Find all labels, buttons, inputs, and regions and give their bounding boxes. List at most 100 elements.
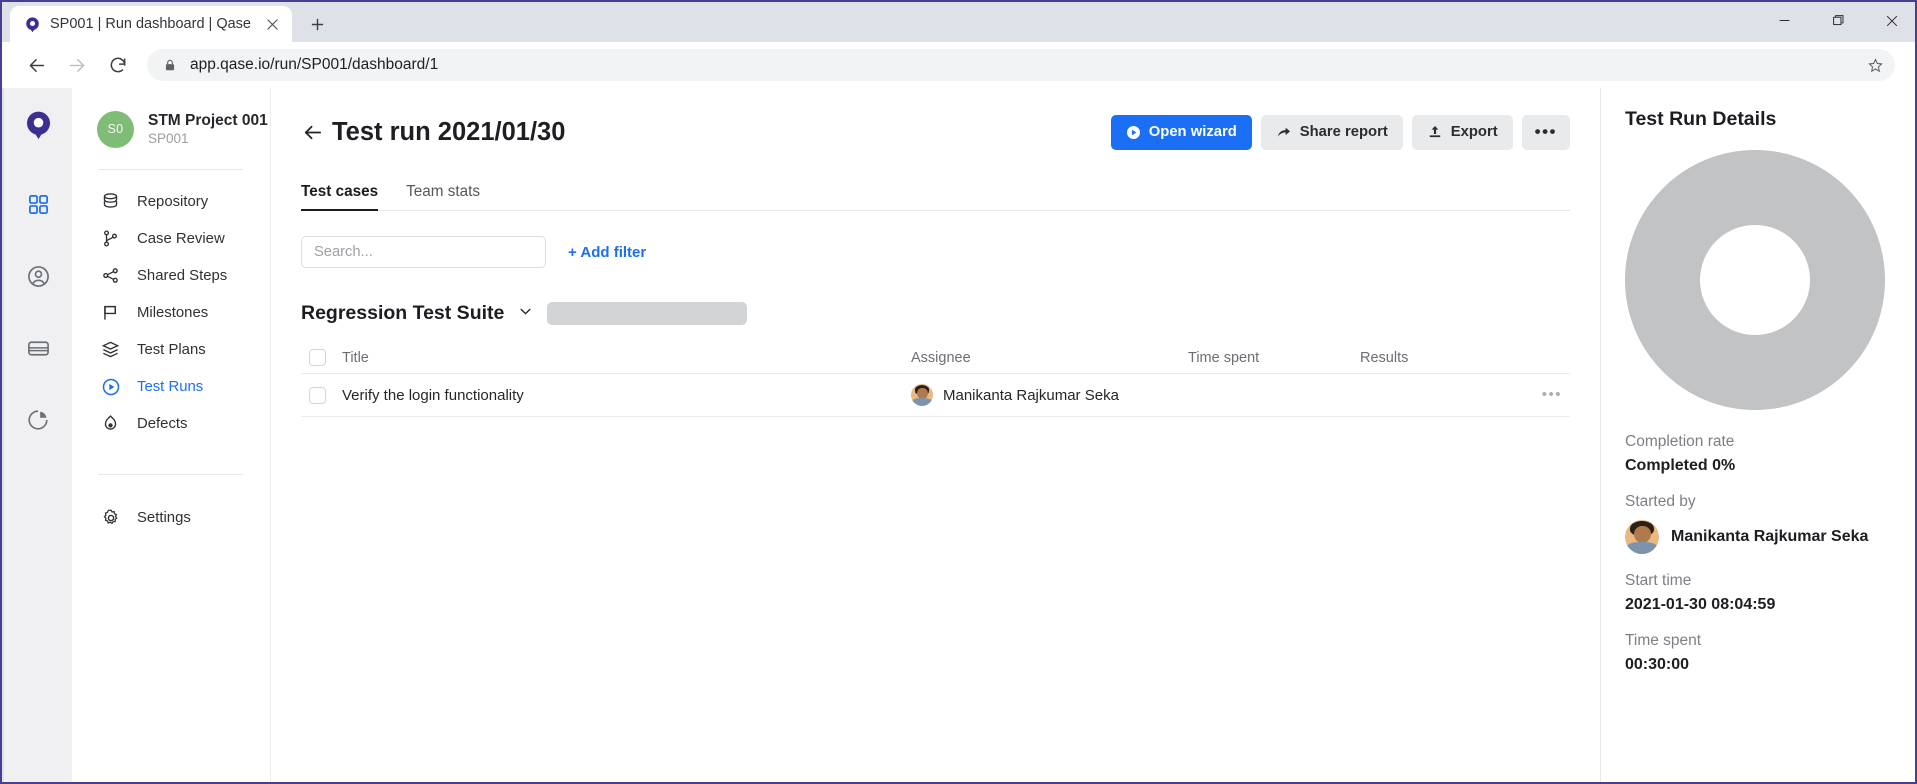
chevron-down-icon[interactable] [518, 304, 533, 323]
sidebar-item-test-plans[interactable]: Test Plans [72, 331, 269, 368]
more-actions-button[interactable]: ••• [1522, 115, 1570, 150]
window-controls [1757, 2, 1917, 39]
lock-icon [163, 58, 177, 72]
pie-chart-icon[interactable] [16, 398, 60, 442]
row-checkbox[interactable] [301, 387, 334, 404]
column-header-results[interactable]: Results [1360, 350, 1515, 366]
play-circle-icon [100, 377, 121, 397]
sidebar-item-case-review[interactable]: Case Review [72, 220, 269, 257]
maximize-icon[interactable] [1811, 2, 1865, 39]
global-icon-rail [4, 88, 72, 784]
page-title: Test run 2021/01/30 [332, 118, 565, 147]
project-switcher[interactable]: S0 STM Project 001 SP001 [72, 106, 269, 152]
completion-rate-label: Completion rate [1625, 433, 1893, 451]
sidebar-item-label: Shared Steps [137, 268, 227, 284]
column-header-time-spent[interactable]: Time spent [1188, 350, 1360, 366]
layers-icon [100, 340, 121, 359]
gear-icon [100, 508, 121, 528]
page-header: Test run 2021/01/30 Open wizard [301, 110, 1570, 154]
browser-window: SP001 | Run dashboard | Qase [0, 0, 1917, 784]
ellipsis-icon: ••• [1535, 122, 1557, 142]
upload-icon [1427, 124, 1443, 140]
column-header-title[interactable]: Title [334, 350, 911, 366]
fire-icon [100, 414, 121, 433]
content-tabs: Test cases Team stats [301, 178, 1570, 211]
qase-logo-icon [24, 16, 41, 33]
database-icon [100, 192, 121, 211]
row-actions-button[interactable]: ••• [1515, 386, 1570, 404]
avatar [911, 384, 933, 406]
address-bar[interactable]: app.qase.io/run/SP001/dashboard/1 [147, 49, 1895, 81]
sidebar-item-label: Milestones [137, 305, 208, 321]
qase-logo-icon[interactable] [16, 102, 60, 146]
close-icon[interactable] [1865, 2, 1917, 39]
flag-icon [100, 303, 121, 322]
time-spent-label: Time spent [1625, 632, 1893, 650]
star-icon[interactable] [1861, 51, 1889, 79]
browser-toolbar: app.qase.io/run/SP001/dashboard/1 [2, 42, 1917, 88]
donut-ring [1625, 150, 1885, 410]
project-code: SP001 [148, 131, 257, 146]
share-report-button[interactable]: Share report [1261, 115, 1403, 150]
cell-title: Verify the login functionality [334, 387, 911, 404]
column-header-assignee[interactable]: Assignee [911, 350, 1188, 366]
share-report-label: Share report [1300, 124, 1388, 140]
minimize-icon[interactable] [1757, 2, 1811, 39]
ellipsis-icon: ••• [1542, 386, 1562, 403]
user-circle-icon[interactable] [16, 254, 60, 298]
sidebar-item-label: Test Runs [137, 379, 203, 395]
project-sidebar: S0 STM Project 001 SP001 Repository [72, 88, 270, 784]
details-title: Test Run Details [1625, 108, 1893, 131]
sidebar-item-milestones[interactable]: Milestones [72, 294, 269, 331]
started-by-user: Manikanta Rajkumar Seka [1625, 520, 1893, 554]
credit-card-icon[interactable] [16, 326, 60, 370]
reload-icon[interactable] [100, 47, 136, 83]
suite-name[interactable]: Regression Test Suite [301, 302, 504, 325]
grid-apps-icon[interactable] [16, 182, 60, 226]
tab-test-cases[interactable]: Test cases [301, 183, 378, 210]
new-tab-button[interactable] [300, 7, 334, 41]
test-cases-table: Title Assignee Time spent Results Verify… [301, 342, 1570, 417]
main-content: Test run 2021/01/30 Open wizard [270, 88, 1600, 784]
suite-header: Regression Test Suite [301, 302, 1570, 325]
export-label: Export [1451, 124, 1498, 140]
cell-assignee: Manikanta Rajkumar Seka [911, 384, 1188, 406]
test-run-details-panel: Test Run Details Completion rate Complet… [1600, 88, 1917, 784]
add-filter-button[interactable]: + Add filter [568, 244, 646, 261]
donut-hole [1700, 225, 1810, 335]
arrow-left-icon[interactable] [301, 121, 327, 144]
play-circle-icon [1126, 125, 1141, 140]
sidebar-item-label: Repository [137, 194, 208, 210]
arrow-right-icon[interactable] [59, 47, 95, 83]
select-all-checkbox[interactable] [301, 349, 334, 366]
sidebar-item-test-runs[interactable]: Test Runs [72, 368, 269, 405]
search-input[interactable]: Search... [301, 236, 546, 268]
project-avatar: S0 [97, 111, 134, 148]
table-header-row: Title Assignee Time spent Results [301, 342, 1570, 374]
close-icon[interactable] [260, 12, 284, 36]
address-bar-url: app.qase.io/run/SP001/dashboard/1 [190, 56, 1848, 74]
sidebar-item-label: Case Review [137, 231, 225, 247]
table-row[interactable]: Verify the login functionality Manikanta… [301, 374, 1570, 417]
export-button[interactable]: Export [1412, 115, 1513, 150]
sidebar-item-shared-steps[interactable]: Shared Steps [72, 257, 269, 294]
filter-bar: Search... + Add filter [301, 236, 1570, 268]
avatar [1625, 520, 1659, 554]
start-time-label: Start time [1625, 572, 1893, 590]
start-time-value: 2021-01-30 08:04:59 [1625, 596, 1893, 614]
browser-tab[interactable]: SP001 | Run dashboard | Qase [10, 6, 292, 42]
share-arrow-icon [1276, 124, 1292, 140]
open-wizard-label: Open wizard [1149, 124, 1237, 140]
sidebar-divider-top [98, 169, 243, 170]
project-name: STM Project 001 [148, 112, 257, 130]
sidebar-item-defects[interactable]: Defects [72, 405, 269, 442]
started-by-name: Manikanta Rajkumar Seka [1671, 527, 1868, 547]
time-spent-value: 00:30:00 [1625, 656, 1893, 674]
tab-team-stats[interactable]: Team stats [406, 183, 480, 210]
sidebar-item-repository[interactable]: Repository [72, 183, 269, 220]
sidebar-item-settings[interactable]: Settings [72, 499, 269, 536]
open-wizard-button[interactable]: Open wizard [1111, 115, 1252, 150]
git-branch-icon [100, 229, 121, 248]
arrow-left-icon[interactable] [18, 47, 54, 83]
page-action-bar: Open wizard Share report [1111, 115, 1570, 150]
